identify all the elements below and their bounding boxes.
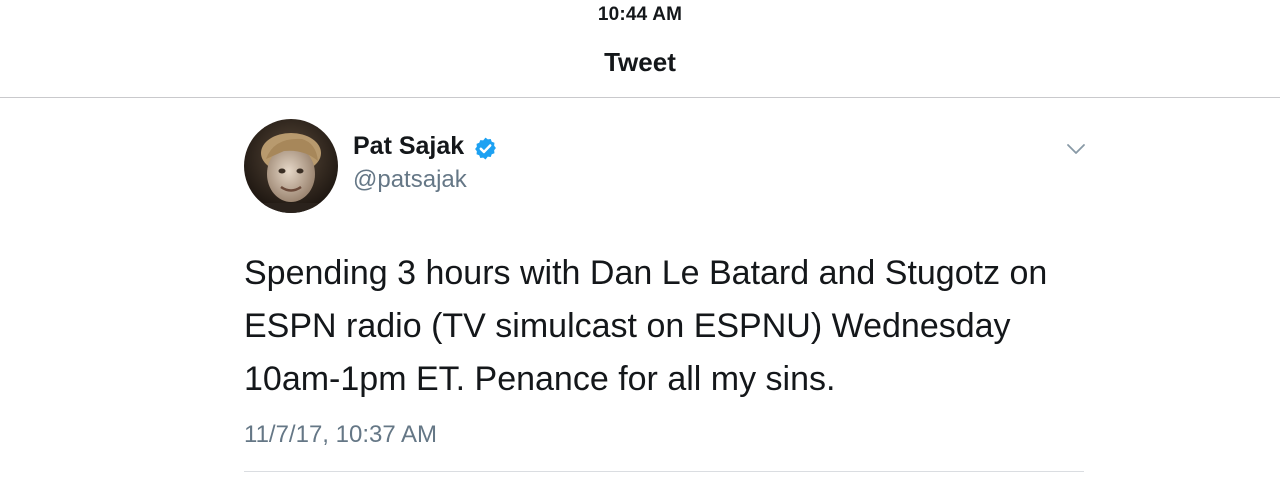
page-title: Tweet [604, 47, 676, 77]
avatar[interactable] [244, 119, 338, 213]
user-handle[interactable]: @patsajak [353, 166, 467, 194]
tweet-detail: Pat Sajak @patsajak Spending 3 hours wit… [244, 98, 1086, 472]
nav-bar: Tweet [0, 30, 1280, 98]
status-bar: 10:44 AM [0, 0, 1280, 30]
status-time: 10:44 AM [597, 4, 683, 25]
verified-badge-icon [475, 137, 496, 160]
display-name[interactable]: Pat Sajak [353, 132, 464, 161]
chevron-down-icon[interactable] [1066, 142, 1086, 156]
tweet-timestamp[interactable]: 11/7/17, 10:37 AM [244, 421, 437, 449]
tweet-text: Spending 3 hours with Dan Le Batard and … [244, 254, 1048, 398]
profile-photo-icon [244, 119, 338, 213]
